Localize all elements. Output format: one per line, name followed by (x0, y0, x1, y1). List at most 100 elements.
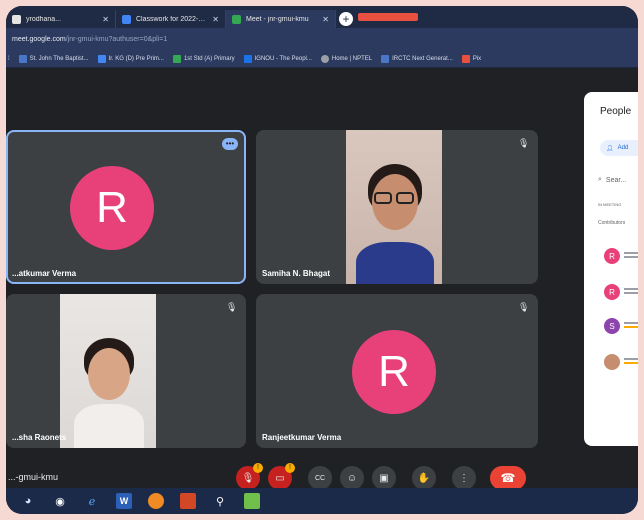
participant-tile[interactable]: 🎙︎ Samiha N. Bhagat (256, 130, 538, 284)
tab-label: yrodhana... (26, 15, 62, 23)
participant-tile[interactable]: 🎙︎ ...sha Raonets (6, 294, 246, 448)
mic-off-icon: 🎙︎ (518, 138, 530, 148)
end-call-button[interactable]: ☎︎ (490, 466, 526, 490)
plus-icon: + (339, 12, 353, 26)
end-call-icon: ☎︎ (500, 471, 516, 485)
bookmark-item[interactable]: Ir. KG (D) Pre Prim... (97, 54, 164, 63)
more-options-icon[interactable]: ••• (222, 138, 238, 150)
participant-tile[interactable]: R 🎙︎ Ranjeetkumar Verma (256, 294, 538, 448)
avatar: R (70, 166, 154, 250)
url-text: meet.google.com/jnr-gmui-kmu?authuser=0&… (12, 35, 168, 43)
contributors-label: Contributors (598, 220, 626, 226)
add-person-icon: 👤︎ (606, 145, 614, 152)
shirt-shape (74, 404, 144, 448)
participant-video (60, 294, 156, 448)
bookmark-item[interactable]: 1st Std (A) Primary (172, 54, 235, 63)
in-meeting-label: IN MEETING (598, 202, 622, 207)
participant-name: ...sha Raonets (12, 433, 67, 442)
tab-close-icon[interactable]: ✕ (212, 15, 219, 24)
glasses-shape (374, 192, 392, 204)
bookmark-item[interactable]: IRCTC Next Generat... (381, 54, 453, 63)
participant-video (346, 130, 442, 284)
bookmark-item[interactable]: Home | NPTEL (320, 54, 372, 63)
bookmark-icon (172, 54, 181, 63)
bookmark-apps[interactable]: ⁞ (8, 56, 10, 62)
present-button[interactable]: ▣ (372, 466, 396, 490)
mic-off-icon: 🎙︎ (518, 302, 530, 312)
powerpoint-icon[interactable] (180, 493, 196, 509)
glasses-shape (396, 192, 414, 204)
captions-button[interactable]: CC (308, 466, 332, 490)
browser-tab-1[interactable]: yrodhana... ✕ (6, 10, 116, 28)
word-icon[interactable]: W (116, 493, 132, 509)
person-info (624, 288, 638, 296)
person-photo-avatar (604, 354, 620, 370)
face-shape (88, 348, 130, 400)
tab-close-icon[interactable]: ✕ (102, 15, 109, 24)
tab-close-icon[interactable]: ✕ (322, 15, 329, 24)
meet-favicon-icon (232, 14, 241, 24)
classroom-favicon-icon (122, 14, 131, 24)
tab-label: Meet - jnr-gmui-kmu (246, 15, 309, 23)
bookmark-icon (18, 54, 27, 63)
tab-favicon-icon (12, 14, 21, 24)
present-icon: ▣ (379, 472, 389, 484)
hand-icon: ✋ (417, 472, 431, 484)
mic-toggle-button[interactable]: 🎙︎! (236, 463, 263, 490)
participant-name: Ranjeetkumar Verma (262, 433, 342, 442)
avatar: R (352, 330, 436, 414)
meeting-code: ...-gmui-kmu (8, 472, 59, 482)
person-info (624, 252, 638, 260)
warning-icon: ! (285, 463, 295, 473)
more-vert-icon: ⋮ (459, 472, 469, 484)
bookmarks-bar: ⁞ St. John The Baptist... Ir. KG (D) Pre… (6, 50, 638, 68)
firefox-icon[interactable] (148, 493, 164, 509)
recording-indicator (358, 13, 418, 21)
search-icon: ⌕ (598, 176, 602, 183)
reactions-button[interactable]: ☺ (340, 466, 364, 490)
bookmark-icon (97, 54, 106, 63)
captions-icon: CC (314, 474, 326, 482)
participant-name: ...atkumar Verma (12, 269, 77, 278)
people-search-input[interactable]: ⌕ Sear... (598, 172, 638, 188)
bookmark-icon (243, 54, 252, 63)
person-avatar: R (604, 284, 620, 300)
windows-taskbar: ◕ ◉ ℯ W ⚲ (6, 488, 638, 514)
edge-icon[interactable]: ℯ (84, 493, 100, 509)
participant-tile[interactable]: ••• R ...atkumar Verma (6, 130, 246, 284)
add-people-chip[interactable]: 👤︎ Add (600, 140, 638, 156)
bookmark-icon (381, 54, 390, 63)
participant-name: Samiha N. Bhagat (262, 269, 331, 278)
browser-tab-3[interactable]: Meet - jnr-gmui-kmu ✕ (226, 10, 336, 28)
person-info (624, 358, 638, 366)
person-info (624, 322, 638, 330)
raise-hand-button[interactable]: ✋ (412, 466, 436, 490)
new-tab-button[interactable]: + (336, 10, 356, 28)
cam-off-icon: ▭ (275, 472, 285, 484)
start-icon[interactable]: ◕ (20, 493, 36, 509)
search-people-icon[interactable]: ⚲ (212, 493, 228, 509)
mic-off-icon: 🎙︎ (226, 302, 238, 312)
address-bar[interactable]: meet.google.com/jnr-gmui-kmu?authuser=0&… (6, 28, 638, 50)
bookmark-item[interactable]: IGNOU - The Peopl... (243, 54, 312, 63)
bookmark-item[interactable]: St. John The Baptist... (18, 54, 89, 63)
person-avatar: S (604, 318, 620, 334)
meet-stage: ••• R ...atkumar Verma 🎙︎ Samiha N. Bhag… (6, 68, 638, 490)
warning-icon: ! (253, 463, 263, 473)
app-icon[interactable] (244, 493, 260, 509)
camera-toggle-button[interactable]: ▭! (268, 463, 295, 490)
bookmark-item[interactable]: Pix (461, 54, 481, 63)
browser-tab-2[interactable]: Classwork for 2022-23 KVBCC... ✕ (116, 10, 226, 28)
camera-icon[interactable]: ◉ (52, 493, 68, 509)
panel-title: People (600, 106, 632, 117)
mic-off-icon: 🎙︎ (241, 472, 255, 484)
emoji-icon: ☺ (346, 472, 358, 484)
shirt-shape (356, 242, 434, 284)
screen: yrodhana... ✕ Classwork for 2022-23 KVBC… (6, 6, 638, 514)
people-panel: People 👤︎ Add ⌕ Sear... IN MEETING Contrib… (584, 92, 638, 446)
tab-label: Classwork for 2022-23 KVBCC... (136, 15, 207, 23)
browser-tab-strip: yrodhana... ✕ Classwork for 2022-23 KVBC… (6, 6, 638, 28)
more-options-button[interactable]: ⋮ (452, 466, 476, 490)
person-avatar: R (604, 248, 620, 264)
bookmark-icon (461, 54, 470, 63)
